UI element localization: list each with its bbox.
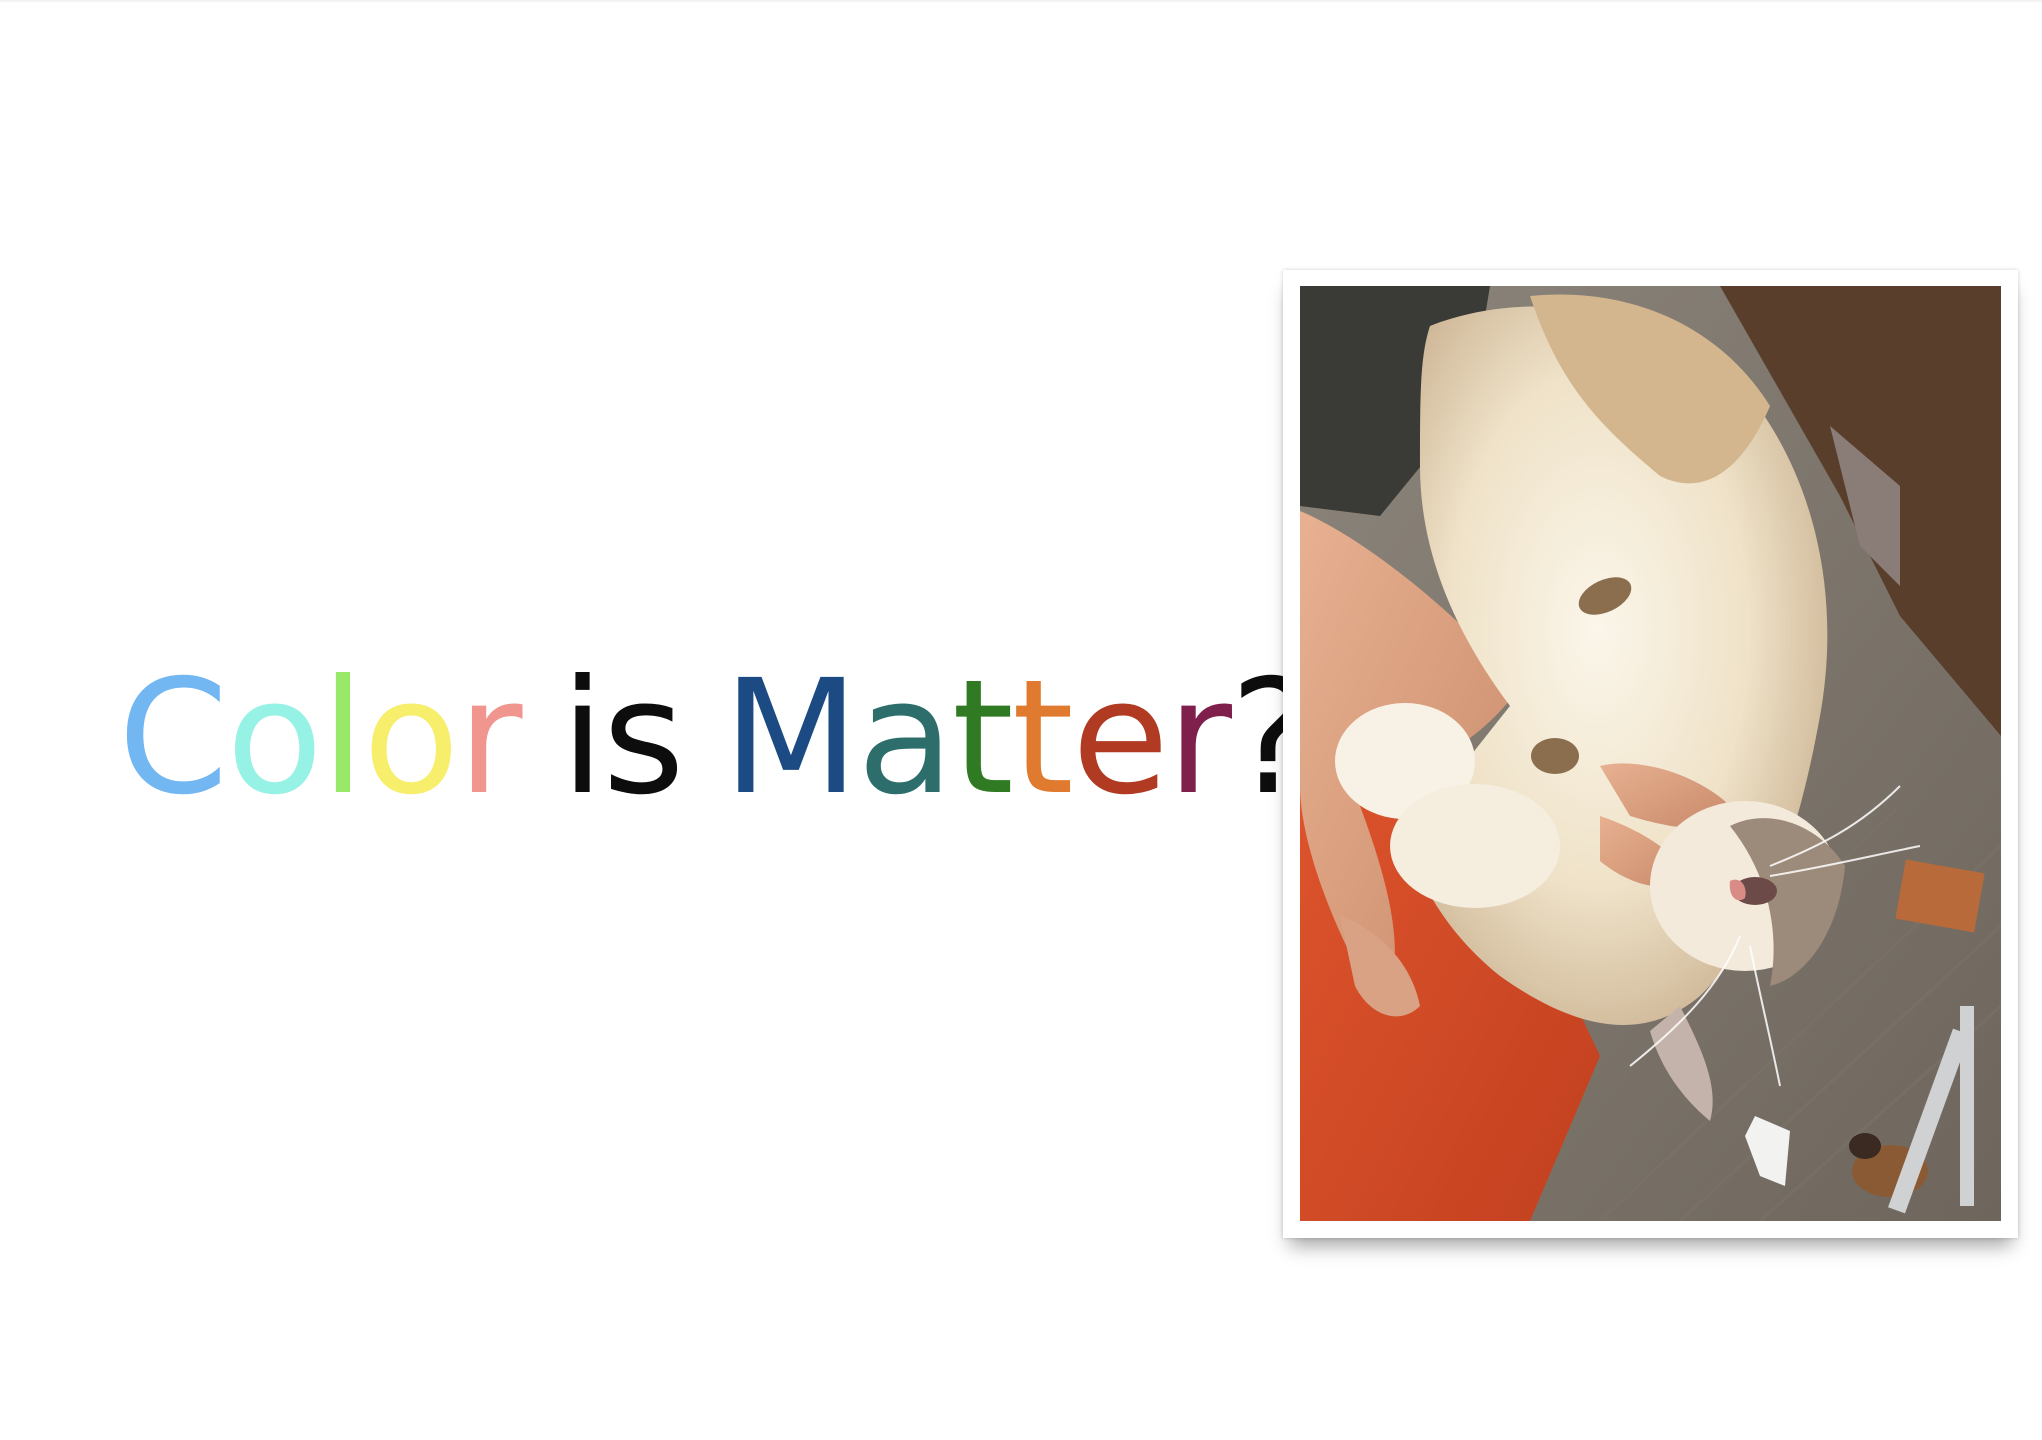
footer-marks: [1790, 1418, 1990, 1434]
title-letter: r: [457, 646, 523, 830]
title-letter: r: [1167, 646, 1232, 830]
title-word-is: is: [560, 646, 685, 830]
slide: Color is Matter?: [0, 0, 2042, 1440]
title-letter: s: [602, 646, 684, 830]
title-letter: l: [321, 646, 365, 830]
top-divider: [0, 0, 2042, 3]
title-letter: o: [362, 646, 460, 830]
slide-title: Color is Matter?: [118, 646, 1314, 830]
title-letter: a: [857, 646, 954, 830]
title-letter: C: [118, 646, 228, 830]
title-word-matter: Matter?: [722, 646, 1314, 830]
title-letter: t: [1011, 646, 1074, 830]
title-letter: t: [951, 646, 1014, 830]
photo-frame: [1283, 270, 2018, 1238]
cat-photo: [1300, 286, 2001, 1221]
title-letter: i: [560, 646, 605, 830]
title-letter: e: [1071, 646, 1169, 830]
title-letter: M: [722, 646, 859, 830]
title-letter: o: [226, 646, 323, 830]
title-word-color: Color: [118, 646, 523, 830]
